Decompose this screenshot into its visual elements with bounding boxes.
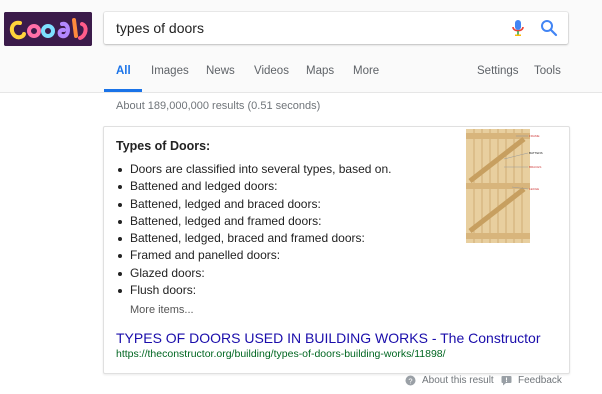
feedback-icon[interactable] <box>501 375 512 386</box>
active-tab-indicator <box>104 89 142 92</box>
image-label-frame: FRAME <box>529 134 540 138</box>
microphone-icon[interactable] <box>511 19 525 37</box>
about-this-result-link[interactable]: About this result <box>422 375 494 386</box>
list-item: Flush doors: <box>116 282 446 299</box>
list-item: Battened, ledged and framed doors: <box>116 213 446 230</box>
featured-snippet-card: Types of Doors: Doors are classified int… <box>103 126 570 374</box>
result-title-link[interactable]: TYPES OF DOORS USED IN BUILDING WORKS - … <box>116 330 541 346</box>
snippet-title: Types of Doors: <box>116 139 211 153</box>
result-url: https://theconstructor.org/building/type… <box>116 348 446 360</box>
doodle-logo[interactable] <box>4 12 92 46</box>
image-label-braces: BRACES <box>529 165 541 169</box>
list-item: Framed and panelled doors: <box>116 247 446 264</box>
feedback-link[interactable]: Feedback <box>518 375 562 386</box>
image-label-battens: BATTENS <box>529 151 543 155</box>
more-items-link[interactable]: More items... <box>130 304 194 316</box>
image-label-ledge: LEDGE <box>529 187 539 191</box>
door-diagram-image[interactable]: FRAME BATTENS BRACES LEDGE <box>464 127 544 245</box>
search-input[interactable] <box>116 18 496 38</box>
doodle-logo-icon <box>4 12 92 46</box>
tab-maps[interactable]: Maps <box>306 65 334 77</box>
list-item: Glazed doors: <box>116 265 446 282</box>
tab-images[interactable]: Images <box>151 65 189 77</box>
header-bar: All Images News Videos Maps More Setting… <box>0 0 602 93</box>
search-icon[interactable] <box>540 19 558 37</box>
tab-videos[interactable]: Videos <box>254 65 289 77</box>
tab-more[interactable]: More <box>353 65 379 77</box>
tab-settings[interactable]: Settings <box>477 65 519 77</box>
list-item: Battened, ledged and braced doors: <box>116 196 446 213</box>
search-box[interactable] <box>104 12 568 44</box>
tab-tools[interactable]: Tools <box>534 65 561 77</box>
tab-news[interactable]: News <box>206 65 235 77</box>
list-item: Battened and ledged doors: <box>116 178 446 195</box>
help-circle-icon[interactable]: ? <box>405 375 416 386</box>
snippet-list: Doors are classified into several types,… <box>116 161 446 299</box>
list-item: Battened, ledged, braced and framed door… <box>116 230 446 247</box>
tab-all[interactable]: All <box>116 65 131 77</box>
list-item: Doors are classified into several types,… <box>116 161 446 178</box>
svg-text:?: ? <box>408 376 412 385</box>
results-count: About 189,000,000 results (0.51 seconds) <box>116 100 321 112</box>
